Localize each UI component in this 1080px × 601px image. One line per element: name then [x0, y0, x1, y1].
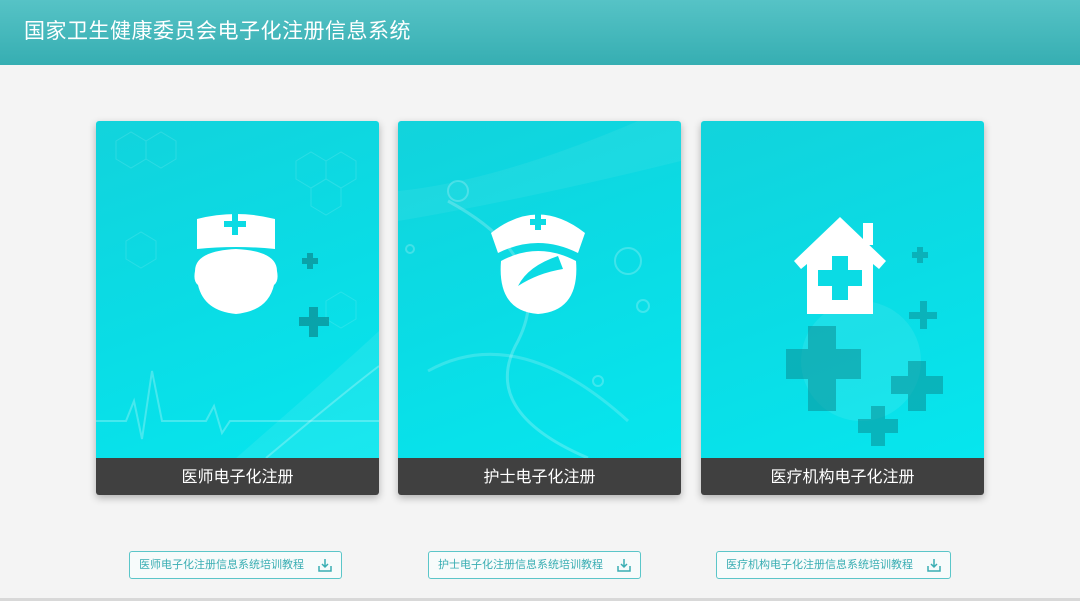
hospital-house-icon	[794, 217, 886, 314]
nurse-tutorial-download-button[interactable]: 护士电子化注册信息系统培训教程	[428, 551, 641, 579]
doctor-tutorial-download-button[interactable]: 医师电子化注册信息系统培训教程	[129, 551, 342, 579]
download-icon	[617, 559, 631, 572]
app-header: 国家卫生健康委员会电子化注册信息系统	[0, 0, 1080, 65]
nurse-icon	[491, 214, 585, 314]
page-title: 国家卫生健康委员会电子化注册信息系统	[24, 19, 411, 43]
card-label: 医师电子化注册	[96, 458, 379, 495]
download-icon	[318, 559, 332, 572]
download-label: 护士电子化注册信息系统培训教程	[438, 558, 603, 571]
doctor-icon	[194, 213, 278, 314]
hospital-registration-card[interactable]: 医疗机构电子化注册	[701, 121, 984, 495]
download-icon	[927, 559, 941, 572]
download-label: 医疗机构电子化注册信息系统培训教程	[726, 558, 913, 571]
card-art	[398, 121, 681, 458]
download-label: 医师电子化注册信息系统培训教程	[139, 558, 304, 571]
hospital-tutorial-download-button[interactable]: 医疗机构电子化注册信息系统培训教程	[716, 551, 951, 579]
card-art	[96, 121, 379, 458]
nurse-registration-card[interactable]: 护士电子化注册	[398, 121, 681, 495]
card-label: 医疗机构电子化注册	[701, 458, 984, 495]
card-art	[701, 121, 984, 458]
card-label: 护士电子化注册	[398, 458, 681, 495]
doctor-registration-card[interactable]: 医师电子化注册	[96, 121, 379, 495]
